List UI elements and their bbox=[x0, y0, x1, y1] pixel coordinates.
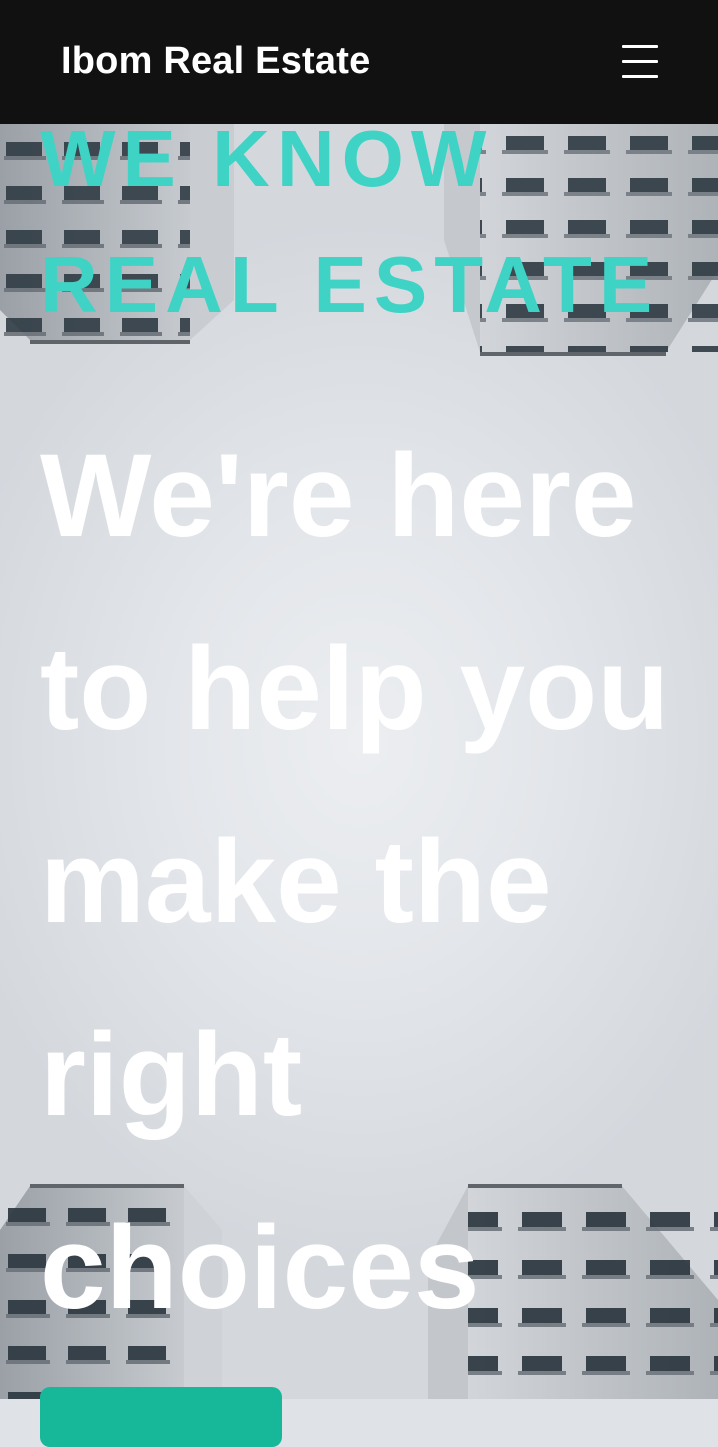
hero-headline: We're here to help you make the right ch… bbox=[40, 430, 670, 1334]
menu-bar-bottom bbox=[622, 75, 658, 78]
hero-cta-button[interactable] bbox=[40, 1387, 282, 1447]
menu-bar-top bbox=[622, 45, 658, 48]
menu-bar-middle bbox=[622, 60, 658, 63]
brand-logo-text[interactable]: Ibom Real Estate bbox=[61, 38, 370, 84]
hero-eyebrow: WE KNOW REAL ESTATE bbox=[40, 114, 660, 329]
top-navbar: Ibom Real Estate bbox=[0, 0, 718, 124]
hamburger-menu-icon[interactable] bbox=[612, 40, 668, 84]
